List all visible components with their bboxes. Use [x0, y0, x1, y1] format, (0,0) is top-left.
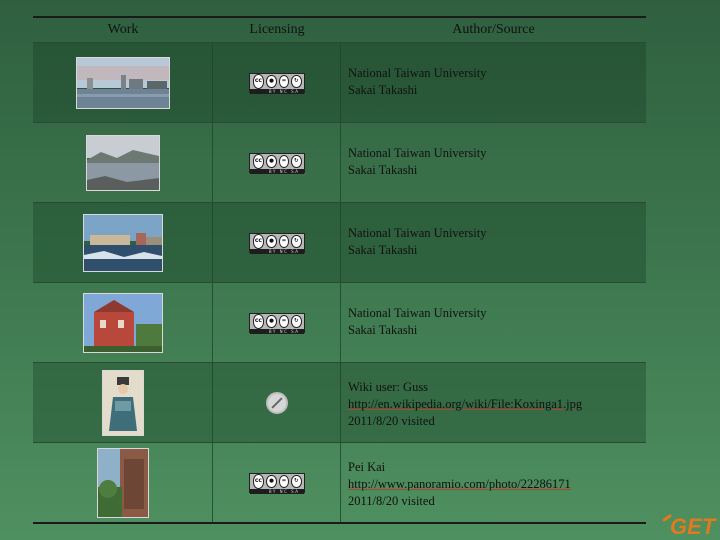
- author-line: National Taiwan University: [348, 146, 487, 160]
- author-line: Sakai Takashi: [348, 243, 418, 257]
- author-line: Sakai Takashi: [348, 83, 418, 97]
- header-licensing: Licensing: [249, 22, 305, 37]
- thumbnail-bay-hills: [85, 134, 160, 191]
- author-line: National Taiwan University: [348, 306, 487, 320]
- license-cell: cc ● = ↻ BY NC SA: [213, 43, 341, 122]
- visited-date: 2011/8/20 visited: [348, 414, 435, 428]
- public-domain-icon: [265, 391, 288, 414]
- thumbnail-koxinga-portrait: [101, 369, 144, 436]
- author-line: National Taiwan University: [348, 66, 487, 80]
- author-cell: Wiki user: Guss http://en.wikipedia.org/…: [341, 363, 646, 442]
- license-cell: cc ● = ↻ BY NC SA: [213, 443, 341, 522]
- license-cell: cc ● = ↻ BY NC SA: [213, 203, 341, 282]
- author-line: Sakai Takashi: [348, 323, 418, 337]
- table-row: cc ● = ↻ BY NC SA National Taiwan Universit…: [33, 43, 646, 123]
- license-cell: [213, 363, 341, 442]
- cc-license-icon: cc ● = ↻ BY NC SA: [248, 312, 305, 334]
- thumbnail-old-wall: [96, 447, 149, 518]
- svg-text:GET: GET: [670, 514, 717, 539]
- table-row: Wiki user: Guss http://en.wikipedia.org/…: [33, 363, 646, 443]
- table-row: cc ● = ↻ BY NC SA National Taiwan Universit…: [33, 123, 646, 203]
- table-row: cc ● = ↻ BY NC SA National Taiwan Universit…: [33, 283, 646, 363]
- table-row: cc ● = ↻ BY NC SA Pei Kai http://www.panora…: [33, 443, 646, 522]
- author-line: National Taiwan University: [348, 226, 487, 240]
- visited-date: 2011/8/20 visited: [348, 494, 435, 508]
- work-cell: [33, 203, 213, 282]
- get-logo: GET: [662, 514, 717, 539]
- thumbnail-harbor-waves: [82, 213, 163, 272]
- author-cell: National Taiwan University Sakai Takashi: [341, 43, 646, 122]
- work-cell: [33, 43, 213, 122]
- author-cell: National Taiwan University Sakai Takashi: [341, 283, 646, 362]
- source-link[interactable]: http://www.panoramio.com/photo/22286171: [348, 476, 646, 493]
- thumbnail-waterfront-city: [75, 56, 170, 109]
- table-header: Work Licensing Author/Source: [33, 18, 646, 43]
- author-cell: National Taiwan University Sakai Takashi: [341, 203, 646, 282]
- work-cell: [33, 283, 213, 362]
- author-line: Pei Kai: [348, 460, 386, 474]
- thumbnail-red-fort: [82, 292, 163, 353]
- header-author-source: Author/Source: [452, 22, 535, 37]
- work-cell: [33, 443, 213, 522]
- work-cell: [33, 363, 213, 442]
- work-cell: [33, 123, 213, 202]
- source-link[interactable]: http://en.wikipedia.org/wiki/File:Koxing…: [348, 396, 646, 413]
- cc-license-icon: cc ● = ↻ BY NC SA: [248, 152, 305, 174]
- attribution-table: Work Licensing Author/Source cc ● = ↻ BY NC…: [33, 16, 646, 524]
- header-work: Work: [107, 22, 139, 37]
- cc-license-icon: cc ● = ↻ BY NC SA: [248, 232, 305, 254]
- author-cell: Pei Kai http://www.panoramio.com/photo/2…: [341, 443, 646, 522]
- author-line: Wiki user: Guss: [348, 380, 429, 394]
- license-cell: cc ● = ↻ BY NC SA: [213, 283, 341, 362]
- table-row: cc ● = ↻ BY NC SA National Taiwan Universit…: [33, 203, 646, 283]
- license-cell: cc ● = ↻ BY NC SA: [213, 123, 341, 202]
- cc-license-icon: cc ● = ↻ BY NC SA: [248, 472, 305, 494]
- author-cell: National Taiwan University Sakai Takashi: [341, 123, 646, 202]
- author-line: Sakai Takashi: [348, 163, 418, 177]
- cc-license-icon: cc ● = ↻ BY NC SA: [248, 72, 305, 94]
